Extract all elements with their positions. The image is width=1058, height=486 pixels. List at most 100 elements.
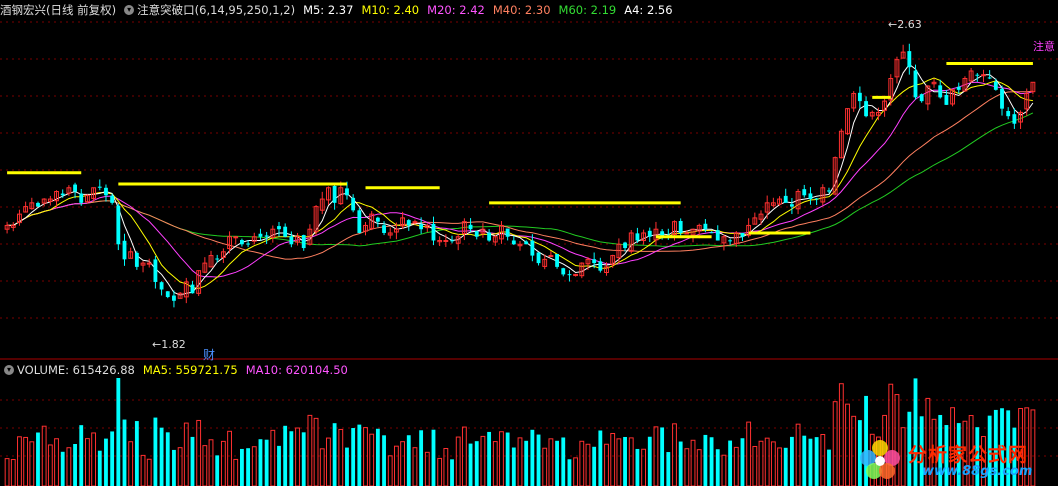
volume-bar-up bbox=[29, 441, 35, 486]
high-arrow-icon: ← bbox=[888, 18, 898, 31]
candle-down bbox=[728, 240, 733, 242]
dropdown-arrow-icon[interactable]: ▾ bbox=[4, 365, 14, 375]
volume-bar-down bbox=[623, 436, 627, 486]
volume-bar-down bbox=[357, 424, 362, 486]
candle-down bbox=[789, 204, 794, 207]
price-header: 酒钢宏兴(日线 前复权) ▾ 注意突破口(6,14,95,250,1,2) M5… bbox=[0, 1, 681, 19]
volume-bar-up bbox=[220, 440, 226, 486]
volume-bar-down bbox=[431, 429, 436, 486]
volume-bar-down bbox=[814, 437, 819, 486]
candle-down bbox=[277, 226, 281, 230]
ma5-line bbox=[7, 63, 1034, 296]
volume-bar-up bbox=[85, 438, 90, 486]
candle-down bbox=[172, 295, 176, 301]
candle-down bbox=[857, 92, 862, 102]
candle-down bbox=[635, 233, 640, 241]
ma-label-m40: M40: 2.30 bbox=[492, 3, 551, 17]
volume-bar-up bbox=[319, 448, 325, 486]
ma-label-m60: M60: 2.19 bbox=[558, 3, 617, 17]
candle-down bbox=[715, 230, 720, 241]
volume-bar-up bbox=[47, 444, 53, 486]
volume-bar-up bbox=[128, 441, 134, 486]
volume-bar-up bbox=[838, 383, 844, 486]
high-price-label: ←2.63 bbox=[888, 18, 922, 31]
volume-bar-down bbox=[159, 427, 164, 486]
candle-down bbox=[36, 202, 40, 207]
volume-bar-up bbox=[752, 445, 758, 486]
volume-bar-up bbox=[579, 440, 585, 486]
candle-down bbox=[561, 268, 566, 275]
volume-bar-up bbox=[363, 427, 368, 486]
volume-bar-up bbox=[227, 430, 232, 486]
candlestick-chart[interactable] bbox=[0, 0, 1058, 486]
low-price-label: ←1.82 bbox=[152, 338, 186, 351]
volume-bar-up bbox=[140, 454, 146, 486]
volume-bar-down bbox=[36, 432, 40, 486]
candle-down bbox=[1006, 111, 1011, 117]
candle-down bbox=[345, 188, 349, 196]
volume-bar-up bbox=[54, 438, 59, 486]
volume-bar-down bbox=[660, 427, 665, 486]
volume-bar-down bbox=[215, 455, 220, 486]
candle-down bbox=[110, 195, 115, 203]
volume-bar-up bbox=[480, 435, 486, 486]
volume-bar-up bbox=[412, 447, 418, 486]
ma-label-m10: M10: 2.40 bbox=[361, 3, 420, 17]
candle-down bbox=[474, 231, 479, 237]
volume-bar-up bbox=[23, 436, 29, 486]
candle-down bbox=[153, 259, 158, 282]
candle-down bbox=[598, 261, 603, 271]
volume-bar-down bbox=[351, 428, 356, 486]
volume-bar-up bbox=[177, 447, 183, 486]
volume-bar-up bbox=[437, 457, 443, 486]
candle-down bbox=[487, 232, 492, 241]
volume-bar-up bbox=[733, 446, 739, 486]
candle-down bbox=[511, 240, 516, 245]
candle-down bbox=[555, 254, 559, 267]
candle-down bbox=[431, 223, 436, 241]
volume-bar-up bbox=[183, 422, 189, 486]
volume-bar-down bbox=[375, 428, 380, 486]
volume-bar-up bbox=[696, 449, 702, 486]
candle-down bbox=[975, 74, 980, 76]
volume-bar-down bbox=[487, 431, 492, 486]
volume-bar-up bbox=[208, 439, 214, 486]
volume-bar-down bbox=[165, 432, 170, 486]
volume-bar-up bbox=[338, 428, 344, 486]
volume-bar-up bbox=[604, 443, 609, 486]
volume-bar-down bbox=[827, 449, 831, 486]
candle-down bbox=[647, 230, 652, 237]
volume-bar-up bbox=[517, 437, 523, 486]
volume-bar-down bbox=[122, 419, 127, 486]
volume-bar-up bbox=[585, 443, 591, 486]
candle-down bbox=[678, 220, 683, 233]
volume-bar-up bbox=[4, 458, 10, 486]
volume-bar-down bbox=[190, 436, 195, 486]
volume-bar-down bbox=[468, 443, 473, 486]
volume-bar-up bbox=[424, 451, 430, 486]
ma60-line bbox=[7, 112, 1034, 247]
candle-down bbox=[406, 220, 411, 226]
volume-bar-down bbox=[474, 441, 479, 486]
volume-bar-down bbox=[783, 447, 788, 486]
candle-down bbox=[814, 198, 819, 200]
indicator-name: 注意突破口(6,14,95,250,1,2) bbox=[137, 3, 296, 17]
volume-bar-up bbox=[770, 441, 776, 486]
volume-bar-down bbox=[789, 436, 794, 486]
candle-down bbox=[104, 187, 108, 196]
volume-bar-up bbox=[492, 441, 498, 486]
volume-bar-up bbox=[573, 457, 579, 486]
volume-bar-down bbox=[283, 425, 288, 486]
finance-mark[interactable]: 财 bbox=[203, 346, 215, 363]
volume-bar-up bbox=[251, 446, 257, 486]
volume-bar-up bbox=[610, 432, 616, 486]
volume-bar-up bbox=[326, 437, 331, 486]
candle-up bbox=[684, 232, 690, 235]
ma-label-m5: M5: 2.37 bbox=[303, 3, 354, 17]
candle-down bbox=[357, 210, 362, 233]
dropdown-arrow-icon[interactable]: ▾ bbox=[124, 5, 135, 15]
volume-bar-up bbox=[845, 403, 850, 486]
volume-bar-up bbox=[202, 445, 208, 486]
candle-down bbox=[913, 70, 918, 98]
candle-down bbox=[240, 239, 244, 245]
